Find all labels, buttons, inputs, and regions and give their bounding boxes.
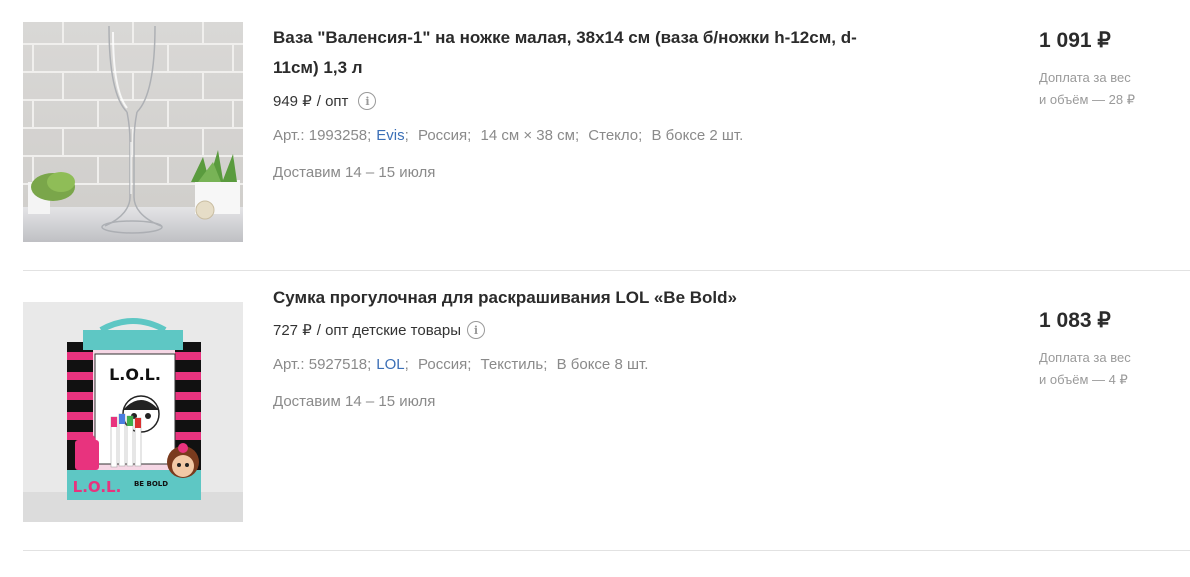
- product-image[interactable]: L.O.L. L.O.L. BE BOLD: [23, 302, 243, 522]
- product-price: 1 083 ₽: [1039, 309, 1111, 332]
- brand-link[interactable]: Evis: [376, 127, 404, 144]
- product-title-line1: Сумка прогулочная для раскрашивания LOL …: [273, 288, 737, 307]
- price-column: 1 091 ₽ Доплата за вес и объём — 28 ₽: [1039, 28, 1179, 111]
- product-title-line2: 11см) 1,3 л: [273, 58, 363, 77]
- packaging-logo-text: L.O.L.: [73, 478, 122, 496]
- surcharge-line2: и объём — 28 ₽: [1039, 92, 1135, 107]
- country: Россия;: [418, 356, 472, 373]
- surcharge-line2: и объём — 4 ₽: [1039, 372, 1128, 387]
- product-title[interactable]: Сумка прогулочная для раскрашивания LOL …: [273, 283, 913, 313]
- packaging-logo-text: L.O.L.: [109, 365, 161, 384]
- product-title[interactable]: Ваза "Валенсия-1" на ножке малая, 38х14 …: [273, 23, 913, 83]
- delivery-date: Доставим 14 – 15 июля: [273, 393, 436, 410]
- product-image[interactable]: [23, 22, 243, 242]
- wholesale-price: 949 ₽: [273, 93, 312, 110]
- article-number: Арт.: 1993258;: [273, 127, 372, 144]
- divider: [23, 550, 1190, 551]
- brand-link[interactable]: LOL: [376, 356, 404, 373]
- info-icon[interactable]: i: [358, 92, 377, 110]
- surcharge-line1: Доплата за вес: [1039, 350, 1131, 365]
- product-title-line1: Ваза "Валенсия-1" на ножке малая, 38х14 …: [273, 28, 857, 47]
- box-quantity: В боксе 8 шт.: [556, 356, 649, 373]
- wholesale-price-line: 949 ₽ / опт i: [273, 90, 913, 112]
- dimensions: 14 см × 38 см;: [480, 127, 580, 144]
- product-info: Сумка прогулочная для раскрашивания LOL …: [273, 288, 913, 412]
- price-column: 1 083 ₽ Доплата за вес и объём — 4 ₽: [1039, 308, 1179, 391]
- weight-surcharge: Доплата за вес и объём — 4 ₽: [1039, 347, 1179, 391]
- packaging-sub-text: BE BOLD: [134, 480, 168, 488]
- product-card: Ваза "Валенсия-1" на ножке малая, 38х14 …: [0, 22, 1190, 242]
- product-info: Ваза "Валенсия-1" на ножке малая, 38х14 …: [273, 22, 913, 183]
- material: Текстиль;: [480, 356, 548, 373]
- vase-illustration: [23, 22, 243, 242]
- wholesale-unit: / опт: [316, 92, 349, 110]
- product-attributes: Арт.: 1993258; Evis; Россия; 14 см × 38 с…: [273, 127, 744, 144]
- weight-surcharge: Доплата за вес и объём — 28 ₽: [1039, 67, 1179, 111]
- product-card: L.O.L. L.O.L. BE BOLD Сумка прогулочная …: [0, 288, 1190, 522]
- wholesale-category: детские товары: [352, 321, 461, 339]
- surcharge-line1: Доплата за вес: [1039, 70, 1131, 85]
- wholesale-price: 727 ₽: [273, 322, 312, 339]
- wholesale-price-line: 727 ₽ / опт детские товары i: [273, 319, 913, 341]
- lol-bag-illustration: L.O.L. L.O.L. BE BOLD: [23, 302, 243, 522]
- divider: [23, 270, 1190, 271]
- product-price: 1 091 ₽: [1039, 29, 1111, 52]
- article-number: Арт.: 5927518;: [273, 356, 372, 373]
- info-icon[interactable]: i: [466, 321, 485, 339]
- box-quantity: В боксе 2 шт.: [651, 127, 744, 144]
- wholesale-unit: / опт: [316, 321, 349, 339]
- delivery-date: Доставим 14 – 15 июля: [273, 164, 436, 181]
- material: Стекло;: [588, 127, 643, 144]
- product-attributes: Арт.: 5927518; LOL; Россия; Текстиль; В б…: [273, 356, 649, 373]
- country: Россия;: [417, 127, 472, 144]
